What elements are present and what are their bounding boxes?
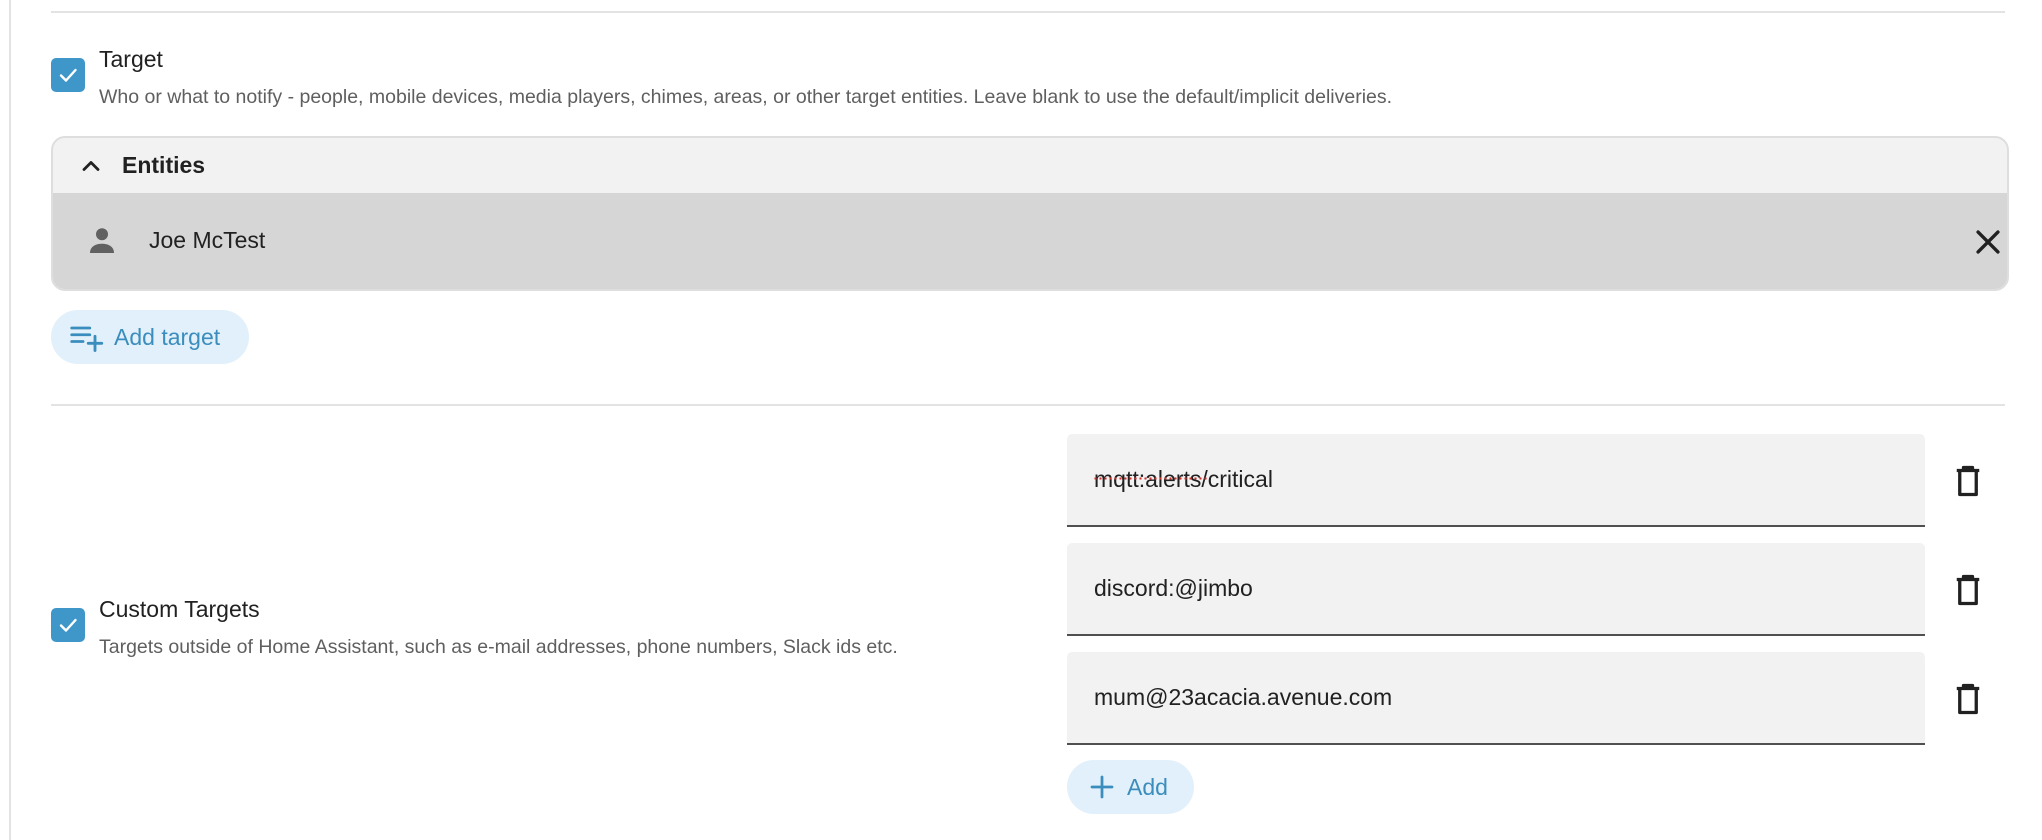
notification-target-editor: Target Who or what to notify - people, m… bbox=[0, 0, 2042, 840]
custom-targets-description: Targets outside of Home Assistant, such … bbox=[99, 636, 898, 658]
section-divider bbox=[51, 404, 2005, 406]
playlist-plus-icon bbox=[70, 326, 104, 352]
custom-target-input[interactable] bbox=[1067, 543, 1925, 634]
custom-target-field[interactable] bbox=[1067, 543, 1925, 636]
check-icon bbox=[59, 68, 77, 82]
delete-icon[interactable] bbox=[1950, 572, 1986, 608]
custom-target-input[interactable] bbox=[1067, 652, 1925, 743]
entities-panel-title: Entities bbox=[122, 152, 206, 178]
target-checkbox[interactable] bbox=[51, 58, 85, 92]
custom-targets-title: Custom Targets bbox=[99, 596, 260, 622]
delete-icon[interactable] bbox=[1950, 681, 1986, 717]
custom-target-field[interactable] bbox=[1067, 652, 1925, 745]
entity-name: Joe McTest bbox=[149, 227, 266, 253]
close-icon[interactable] bbox=[1971, 225, 2005, 259]
add-custom-target-button[interactable]: Add bbox=[1067, 760, 1194, 814]
top-divider bbox=[51, 11, 2005, 13]
custom-target-field[interactable] bbox=[1067, 434, 1925, 527]
chevron-up-icon[interactable] bbox=[77, 152, 105, 180]
target-title: Target bbox=[99, 46, 163, 72]
delete-icon[interactable] bbox=[1950, 463, 1986, 499]
target-description: Who or what to notify - people, mobile d… bbox=[99, 86, 1393, 108]
custom-target-input[interactable] bbox=[1067, 434, 1925, 525]
add-target-label: Add target bbox=[114, 323, 221, 350]
plus-icon bbox=[1090, 775, 1114, 799]
add-target-button[interactable]: Add target bbox=[51, 310, 249, 364]
add-button-label: Add bbox=[1127, 773, 1168, 800]
entities-panel: Entities Joe McTest bbox=[51, 136, 2009, 291]
person-icon bbox=[90, 228, 114, 253]
entity-chip[interactable]: Joe McTest bbox=[53, 193, 2007, 289]
check-icon bbox=[59, 618, 77, 632]
left-border bbox=[9, 0, 11, 840]
custom-targets-checkbox[interactable] bbox=[51, 608, 85, 642]
entities-panel-header[interactable]: Entities bbox=[53, 138, 2007, 193]
